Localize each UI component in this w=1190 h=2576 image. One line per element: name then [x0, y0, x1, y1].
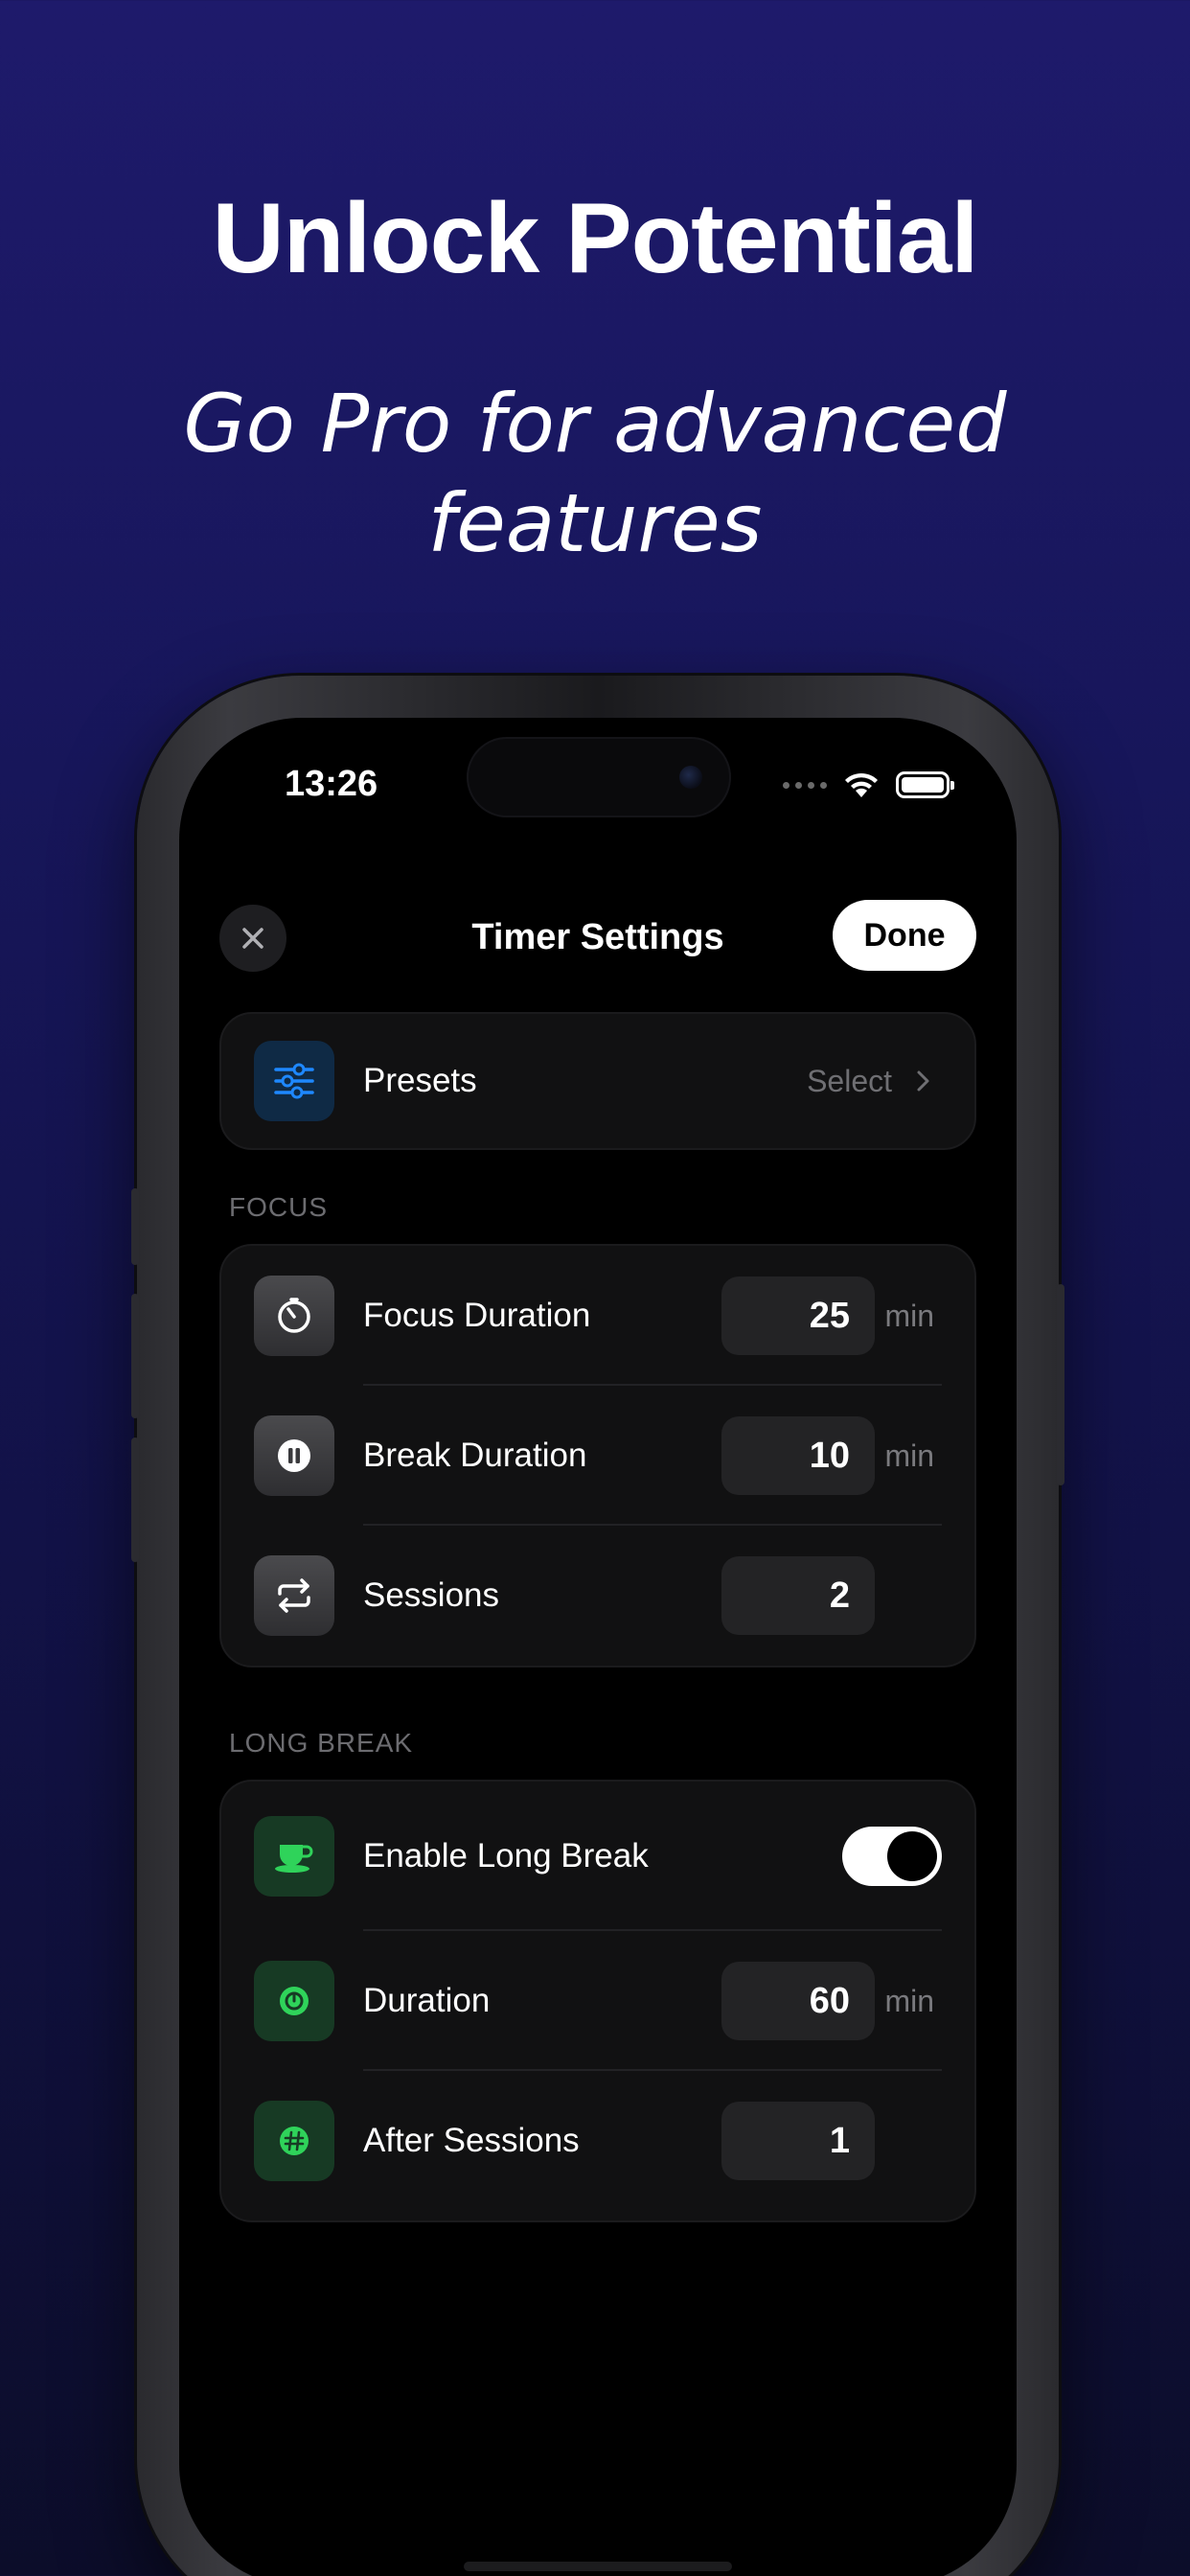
signal-dots-icon — [783, 781, 827, 789]
section-label-long-break: LONG BREAK — [229, 1728, 414, 1758]
enable-long-break-row: Enable Long Break — [221, 1782, 974, 1931]
long-break-card: Enable Long Break Duration 60 min After … — [219, 1780, 976, 2222]
done-button[interactable]: Done — [833, 900, 976, 971]
break-duration-input[interactable]: 10 — [721, 1416, 875, 1495]
after-sessions-row: After Sessions 1 — [221, 2071, 974, 2211]
pause-icon — [254, 1415, 334, 1496]
focus-duration-input[interactable]: 25 — [721, 1276, 875, 1355]
presets-select-text[interactable]: Select — [807, 1064, 892, 1099]
after-sessions-label: After Sessions — [363, 2122, 580, 2159]
break-duration-label: Break Duration — [363, 1437, 587, 1474]
sessions-row: Sessions 2 — [221, 1526, 974, 1666]
sessions-label: Sessions — [363, 1576, 500, 1614]
phone-action-button — [131, 1188, 139, 1265]
long-break-duration-label: Duration — [363, 1982, 491, 2019]
marketing-subheadline: Go Pro for advanced features — [183, 377, 1007, 570]
dynamic-island — [467, 737, 731, 817]
presets-card[interactable]: Presets Select — [219, 1012, 976, 1150]
phone-power-button — [1057, 1284, 1064, 1485]
phone-volume-down-button — [131, 1438, 139, 1562]
break-duration-row: Break Duration 10 min — [221, 1386, 974, 1526]
coffee-cup-icon — [254, 1816, 334, 1897]
long-break-duration-unit: min — [884, 1983, 934, 2018]
focus-duration-label: Focus Duration — [363, 1297, 591, 1334]
wifi-icon — [845, 772, 878, 797]
toggle-knob — [887, 1831, 937, 1881]
after-sessions-input[interactable]: 1 — [721, 2102, 875, 2180]
sessions-input[interactable]: 2 — [721, 1556, 875, 1635]
hash-icon — [254, 2101, 334, 2181]
phone-volume-up-button — [131, 1294, 139, 1418]
battery-icon — [896, 771, 954, 798]
long-break-duration-row: Duration 60 min — [221, 1931, 974, 2071]
chevron-right-icon — [917, 1070, 929, 1092]
focus-duration-row: Focus Duration 25 min — [221, 1246, 974, 1386]
section-label-focus: FOCUS — [229, 1192, 328, 1222]
sliders-icon — [254, 1041, 334, 1121]
camera-icon — [679, 766, 702, 789]
focus-card: Focus Duration 25 min Break Duration 10 … — [219, 1244, 976, 1668]
home-indicator — [464, 2562, 732, 2571]
presets-label: Presets — [363, 1062, 477, 1099]
stopwatch-icon — [254, 1961, 334, 2041]
timer-icon — [254, 1276, 334, 1356]
repeat-icon — [254, 1555, 334, 1636]
enable-long-break-toggle[interactable] — [842, 1827, 942, 1886]
break-duration-unit: min — [884, 1438, 934, 1473]
enable-long-break-label: Enable Long Break — [363, 1837, 649, 1874]
marketing-headline: Unlock Potential — [212, 183, 979, 294]
long-break-duration-input[interactable]: 60 — [721, 1962, 875, 2040]
status-time: 13:26 — [285, 764, 378, 804]
phone-screen: 13:26 Timer Settings Done Presets Select… — [179, 718, 1017, 2576]
status-icons — [783, 766, 954, 804]
focus-duration-unit: min — [884, 1298, 934, 1333]
presets-row[interactable]: Presets Select — [221, 1014, 974, 1148]
